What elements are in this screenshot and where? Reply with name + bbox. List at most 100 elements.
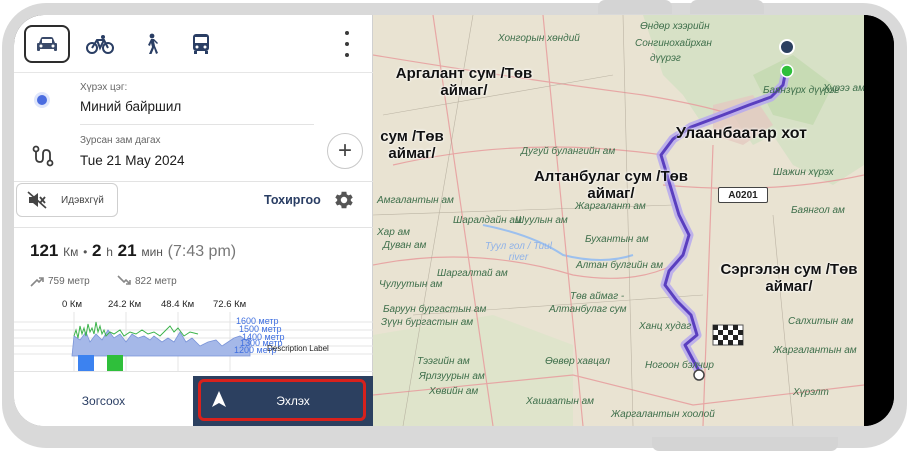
mode-bicycle-button[interactable] xyxy=(77,25,123,63)
map-small-label: Хонгорын хөндий xyxy=(498,33,580,44)
separator-dot: • xyxy=(83,245,88,259)
hours-unit: h xyxy=(106,245,113,259)
chart-description-label: Description Label xyxy=(267,344,329,353)
map-view[interactable]: Аргалант сум /Төв аймаг/ сум /Төв аймаг/… xyxy=(373,15,864,426)
mode-car-button[interactable] xyxy=(24,25,70,63)
device-button-volume-down xyxy=(690,0,764,14)
distance-value: 121 xyxy=(30,241,59,260)
route-label: Зурсан зам дагах xyxy=(80,135,161,146)
map-small-label: Чулуутын ам xyxy=(379,279,443,290)
device-button-power xyxy=(652,437,838,451)
plus-icon: + xyxy=(337,137,352,164)
screen-edge xyxy=(864,15,894,426)
add-waypoint-button[interactable]: + xyxy=(327,133,363,169)
device-screen: Хүрэх цэг: Миний байршил Зурсан зам дага… xyxy=(14,15,894,426)
divider xyxy=(14,181,373,182)
map-small-label: Жаргалантын ам xyxy=(773,345,857,356)
uphill-icon xyxy=(30,277,44,287)
divider xyxy=(14,227,373,228)
settings-link[interactable]: Тохиргоо xyxy=(264,193,321,207)
from-value: Миний байршил xyxy=(80,99,182,114)
map-small-label: Шуулын ам xyxy=(515,215,568,226)
map-small-label: Ногоон бэлчир xyxy=(645,360,714,371)
map-small-label: Алтанбулаг сум xyxy=(549,304,627,315)
x-tick-3: 72.6 Км xyxy=(213,299,247,310)
map-small-label: Дуван ам xyxy=(383,240,427,251)
map-small-label: Ярлзуурын ам xyxy=(419,371,485,382)
gear-icon[interactable] xyxy=(333,189,355,211)
map-small-label: Хашаатын ам xyxy=(526,396,595,407)
route-row[interactable]: Зурсан зам дагах Tue 21 May 2024 xyxy=(14,125,373,183)
map-small-label: Өөвөр хавцал xyxy=(545,356,611,367)
mode-pedestrian-button[interactable] xyxy=(128,25,174,63)
map-small-label: Амгалантын ам xyxy=(377,195,454,206)
more-options-icon[interactable] xyxy=(337,31,357,57)
map-small-label: Тээгийн ам xyxy=(417,356,470,367)
map-small-label: Алтан булгийн ам xyxy=(576,260,664,271)
destination-start-icon xyxy=(780,64,794,78)
map-small-label: Жаргалант ам xyxy=(575,201,646,212)
x-tick-2: 48.4 Км xyxy=(161,299,195,310)
map-small-label: Төв аймаг - xyxy=(570,291,625,302)
destination-marker-icon xyxy=(693,369,705,381)
legend-swatch-blue xyxy=(78,355,94,371)
map-label-sum-tuv: сум /Төв аймаг/ xyxy=(380,128,444,163)
elevation-chart[interactable] xyxy=(14,312,373,372)
bicycle-icon xyxy=(86,35,114,54)
map-label-ulaanbaatar: Улаанбаатар хот xyxy=(676,125,807,142)
map-small-label: дүүрэг xyxy=(650,53,681,64)
from-label: Хүрэх цэг: xyxy=(80,82,128,93)
road-number-badge: A0201 xyxy=(718,187,768,203)
hours-value: 2 xyxy=(92,241,102,260)
map-small-label: Жаргалантын хоолой xyxy=(611,409,715,420)
elevation-area xyxy=(71,329,251,357)
map-small-label: Дугуй булангийн ам xyxy=(521,146,616,157)
map-small-label: Хурээ ам xyxy=(823,83,864,94)
current-location-icon xyxy=(34,92,50,108)
eta-value: (7:43 pm) xyxy=(167,243,237,260)
uphill-value: 759 метр xyxy=(48,275,90,287)
sound-toggle-label: Идэвхгүй xyxy=(61,194,104,206)
legend-swatch-green xyxy=(107,355,123,371)
route-summary: 121 Км • 2 h 21 мин (7:43 pm) xyxy=(30,241,236,261)
map-small-label: Ханц худаг xyxy=(639,321,692,332)
map-river-label: Туул гол / Tuul river xyxy=(485,241,552,263)
map-small-label: Баруун бургастын ам xyxy=(383,304,487,315)
map-label-sergelen: Сэргэлэн сум /Төв аймаг/ xyxy=(720,261,858,296)
downhill-stat: 822 метр xyxy=(117,275,177,287)
map-small-label: Өндөр хээрийн xyxy=(640,21,710,32)
downhill-icon xyxy=(117,275,131,285)
route-value: Tue 21 May 2024 xyxy=(80,153,185,168)
route-planning-panel: Хүрэх цэг: Миний байршил Зурсан зам дага… xyxy=(14,15,373,426)
sound-toggle-button[interactable]: Идэвхгүй xyxy=(16,183,118,217)
route-track-icon xyxy=(32,145,54,167)
bus-icon xyxy=(193,34,209,54)
transport-mode-bar xyxy=(14,15,373,73)
map-small-label: Хүрэлт xyxy=(793,387,829,398)
minutes-unit: мин xyxy=(141,245,163,259)
from-row[interactable]: Хүрэх цэг: Миний байршил xyxy=(14,73,373,125)
cancel-button[interactable]: Зогсоох xyxy=(14,376,193,426)
distance-unit: Км xyxy=(63,245,79,259)
navigation-arrow-icon xyxy=(212,391,226,407)
map-label-argalant: Аргалант сум /Төв аймаг/ xyxy=(395,65,533,100)
map-label-altanbulag: Алтанбулаг сум /Төв аймаг/ xyxy=(533,168,689,203)
car-icon xyxy=(37,37,57,51)
finish-flag-icon xyxy=(712,324,744,346)
mode-public-transport-button[interactable] xyxy=(178,25,224,63)
device-button-volume-up xyxy=(598,0,672,14)
map-small-label: Хар ам xyxy=(377,227,410,238)
start-navigation-button[interactable]: Эхлэх xyxy=(193,376,373,426)
map-small-label: Бухантын ам xyxy=(585,234,649,245)
map-small-label: Баянгол ам xyxy=(791,205,845,216)
minutes-value: 21 xyxy=(117,241,137,260)
x-tick-1: 24.2 Км xyxy=(108,299,142,310)
map-small-label: Шажин хүрэх xyxy=(773,167,834,178)
speaker-muted-icon xyxy=(27,191,47,209)
map-small-label: Шаралдайн ам xyxy=(453,215,522,226)
map-small-label: Шаргалтай ам xyxy=(437,268,508,279)
x-tick-0: 0 Км xyxy=(62,299,82,310)
start-point-icon xyxy=(779,39,795,55)
uphill-stat: 759 метр xyxy=(30,275,90,287)
map-small-label: Зүүн бургастын ам xyxy=(381,317,474,328)
